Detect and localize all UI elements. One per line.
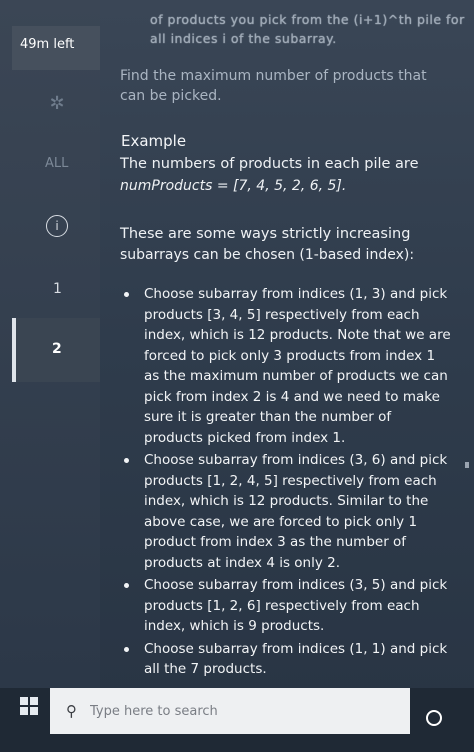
settings-icon[interactable]: ✲ [47,94,67,114]
timer-label: 49m left [20,37,75,52]
list-item: Choose subarray from indices (3, 6) and … [122,450,452,573]
list-item: Choose subarray from indices (1, 3) and … [122,284,452,448]
ways-text-line-1: These are some ways strictly increasing [120,226,411,242]
find-text-line-1: Find the maximum number of products that [120,68,427,84]
scroll-marker [465,462,469,468]
sidebar-item-question-2-label: 2 [52,341,62,357]
faded-text-line-1: of products you pick from the (i+1)^th p… [150,12,465,27]
list-item: Choose subarray from indices (3, 5) and … [122,575,452,637]
find-text-line-2: can be picked. [120,88,222,104]
search-icon: ⚲ [66,702,77,720]
ways-list: Choose subarray from indices (1, 3) and … [122,284,452,682]
info-icon[interactable]: i [46,215,68,237]
screen: 49m left ✲ ALL i 1 2 of products you pic… [0,0,474,752]
filter-all[interactable]: ALL [45,156,68,171]
active-indicator [12,318,16,382]
numbers-text-line-1: The numbers of products in each pile are [120,156,419,172]
windows-start-icon[interactable] [20,697,38,715]
list-item: Choose subarray from indices (1, 1) and … [122,639,452,680]
cortana-icon[interactable] [426,710,442,726]
ways-text-line-2: subarrays can be chosen (1-based index): [120,247,415,263]
example-heading: Example [121,132,187,150]
numbers-text-line-2: numProducts = [7, 4, 5, 2, 6, 5]. [120,178,347,194]
faded-text-line-2: all indices i of the subarray. [150,31,337,46]
search-input[interactable] [90,700,390,722]
sidebar-item-question-1[interactable]: 1 [53,281,62,297]
